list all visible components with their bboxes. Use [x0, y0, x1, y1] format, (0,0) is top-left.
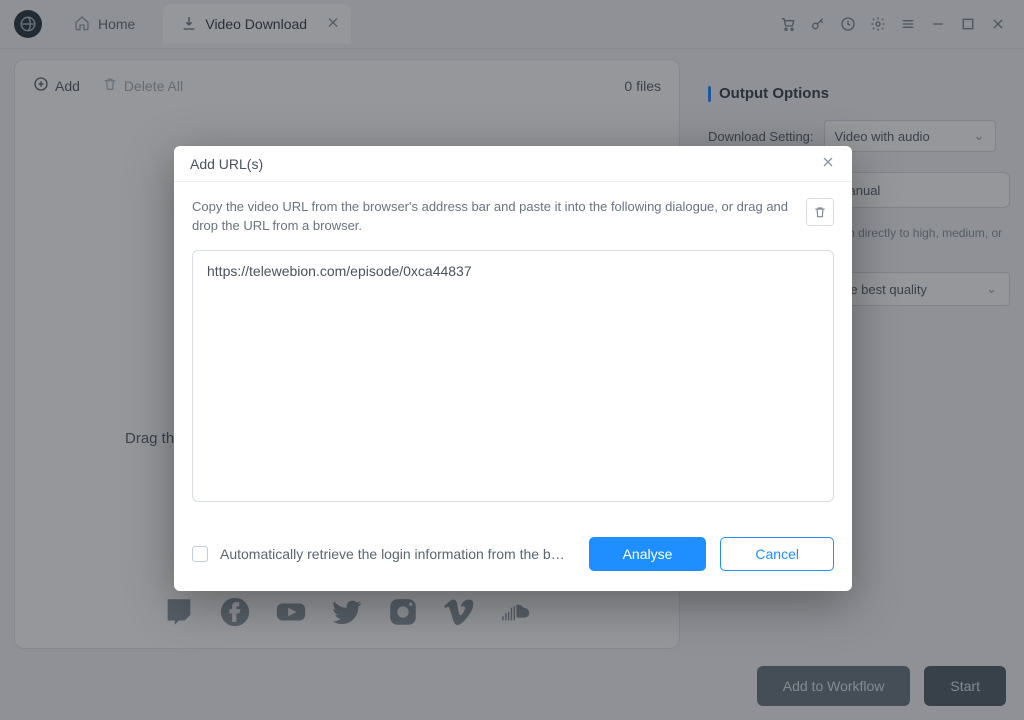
- url-input[interactable]: [192, 250, 834, 502]
- cancel-button[interactable]: Cancel: [720, 537, 834, 571]
- clear-urls-button[interactable]: [806, 198, 834, 226]
- modal-title: Add URL(s): [190, 156, 263, 172]
- analyse-button[interactable]: Analyse: [589, 537, 707, 571]
- add-url-modal: Add URL(s) Copy the video URL from the b…: [174, 146, 852, 591]
- modal-close-button[interactable]: [820, 154, 836, 173]
- auto-login-label: Automatically retrieve the login informa…: [220, 546, 577, 562]
- modal-description: Copy the video URL from the browser's ad…: [192, 198, 792, 236]
- auto-login-checkbox[interactable]: [192, 546, 208, 562]
